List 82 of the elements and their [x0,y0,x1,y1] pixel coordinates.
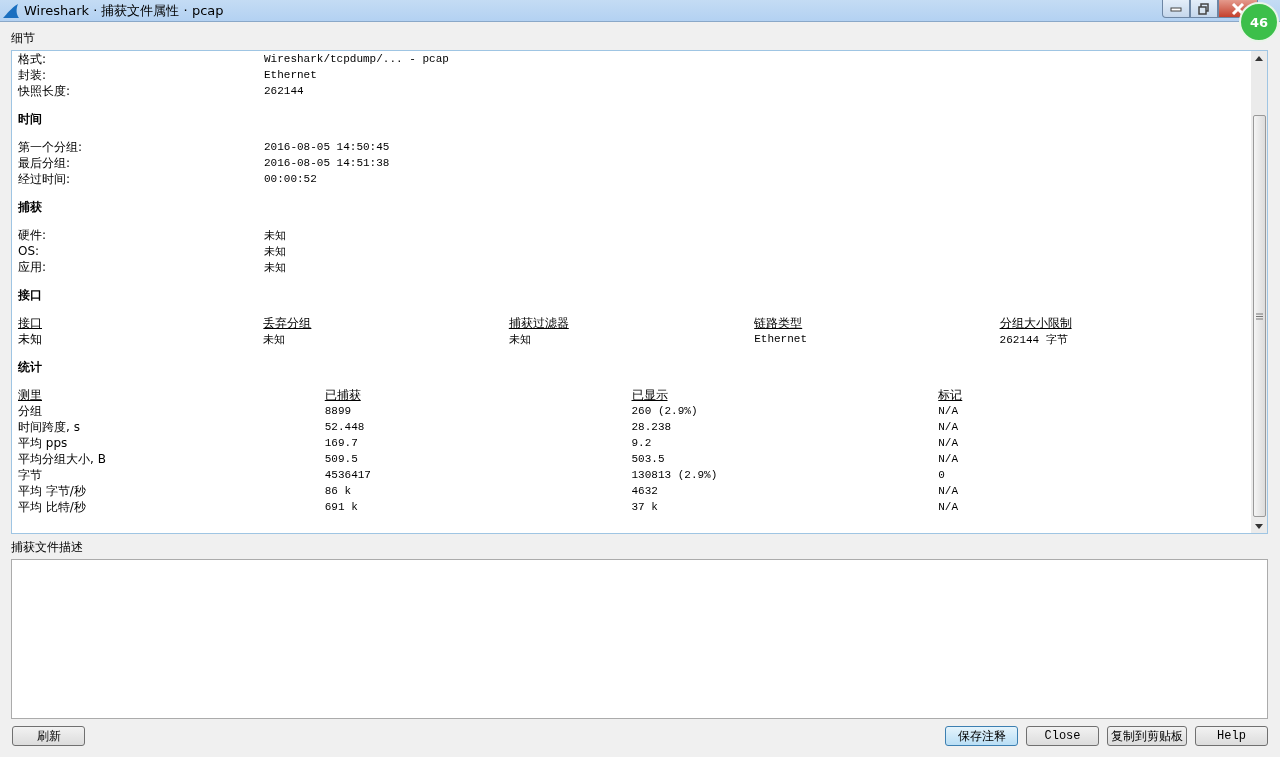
table-cell-text: 262144 字节 [999,332,1068,347]
table-cell: 130813 (2.9%) [631,469,718,481]
column-header: 分组大小限制 [999,314,1072,332]
column-header: 链路类型 [754,314,803,332]
close-icon [1231,2,1245,15]
table-cell: 平均 pps [18,434,68,452]
table-cell: N/A [938,453,959,465]
property-value: 00:00:52 [264,173,317,185]
minimize-icon [1170,5,1182,12]
column-header: 接口 [18,314,42,332]
details-label: 细节 [11,30,36,46]
scroll-thumb[interactable] [1252,115,1266,517]
window-title: Wireshark · 捕获文件属性 · pcap [24,1,224,20]
property-value: Ethernet [264,69,317,81]
table-cell-text: 未知 [263,332,286,347]
column-header: 标记 [938,386,963,404]
counter-badge: 46 [1239,2,1279,42]
dialog-button[interactable]: Close [1026,726,1099,746]
table-cell: 分组 [18,402,42,420]
property-label: 硬件: [18,226,48,244]
table-cell: 28.238 [631,421,672,433]
description-field[interactable] [11,559,1268,719]
table-cell: 4632 [631,485,658,497]
table-cell-text: 未知 [508,332,531,347]
table-cell: 8899 [324,405,352,417]
property-label: 最后分组: [18,154,72,172]
dialog-button[interactable]: 复制到剪贴板 [1107,726,1187,746]
scrollbar[interactable] [1251,51,1267,533]
column-header: 已显示 [631,386,668,404]
table-cell: N/A [938,437,959,449]
property-value: 2016-08-05 14:50:45 [264,141,390,153]
property-value: 未知 [264,244,286,259]
refresh-button[interactable]: 刷新 [12,726,85,746]
table-cell: 字节 [18,466,42,484]
property-label: 封装: [18,66,48,84]
table-cell: Ethernet [754,333,807,345]
table-cell: 0 [938,469,945,481]
section-heading: 时间 [18,111,43,127]
property-value: 未知 [264,228,286,243]
table-cell: 9.2 [631,437,652,449]
property-label: 第一个分组: [18,138,84,156]
table-cell: 平均 比特/秒 [18,498,86,516]
table-cell: N/A [938,485,959,497]
table-cell: 37 k [631,501,658,513]
dialog-button[interactable]: 保存注释 [945,726,1018,746]
table-cell: 平均 字节/秒 [18,482,86,500]
column-header: 捕获过滤器 [508,314,569,332]
section-heading: 捕获 [18,199,43,215]
table-cell: N/A [938,421,959,433]
property-value: 262144 [264,85,304,97]
table-cell: 平均分组大小, B [18,450,106,468]
property-value: 未知 [264,260,286,275]
table-cell: 未知 [18,330,42,348]
property-label: 应用: [18,258,48,276]
restore-icon [1198,2,1210,15]
table-cell: 691 k [324,501,358,513]
property-label: 格式: [18,51,48,68]
property-label: 快照长度: [18,82,72,100]
section-heading: 接口 [18,287,43,303]
table-cell: 509.5 [324,453,358,465]
shark-fin-icon [2,2,20,19]
column-header: 已捕获 [324,386,361,404]
table-cell: 86 k [324,485,352,497]
table-cell: 4536417 [324,469,371,481]
column-header: 测里 [18,386,42,404]
table-cell: 时间跨度, s [18,418,80,436]
table-cell: 169.7 [324,437,358,449]
table-cell: 503.5 [631,453,665,465]
table-cell: 52.448 [324,421,365,433]
section-heading: 统计 [18,359,43,375]
description-label: 捕获文件描述 [11,539,84,555]
property-value: 2016-08-05 14:51:38 [264,157,390,169]
property-label: 经过时间: [18,170,72,188]
minimize-button[interactable] [1162,0,1190,18]
table-cell: N/A [938,501,959,513]
table-cell: 260 (2.9%) [631,405,698,417]
dialog-button[interactable]: Help [1195,726,1268,746]
property-value: Wireshark/tcpdump/... - pcap [264,53,449,65]
restore-button[interactable] [1190,0,1218,18]
table-cell: N/A [938,405,959,417]
column-header: 丢弃分组 [263,314,312,332]
property-label: OS: [18,244,41,258]
